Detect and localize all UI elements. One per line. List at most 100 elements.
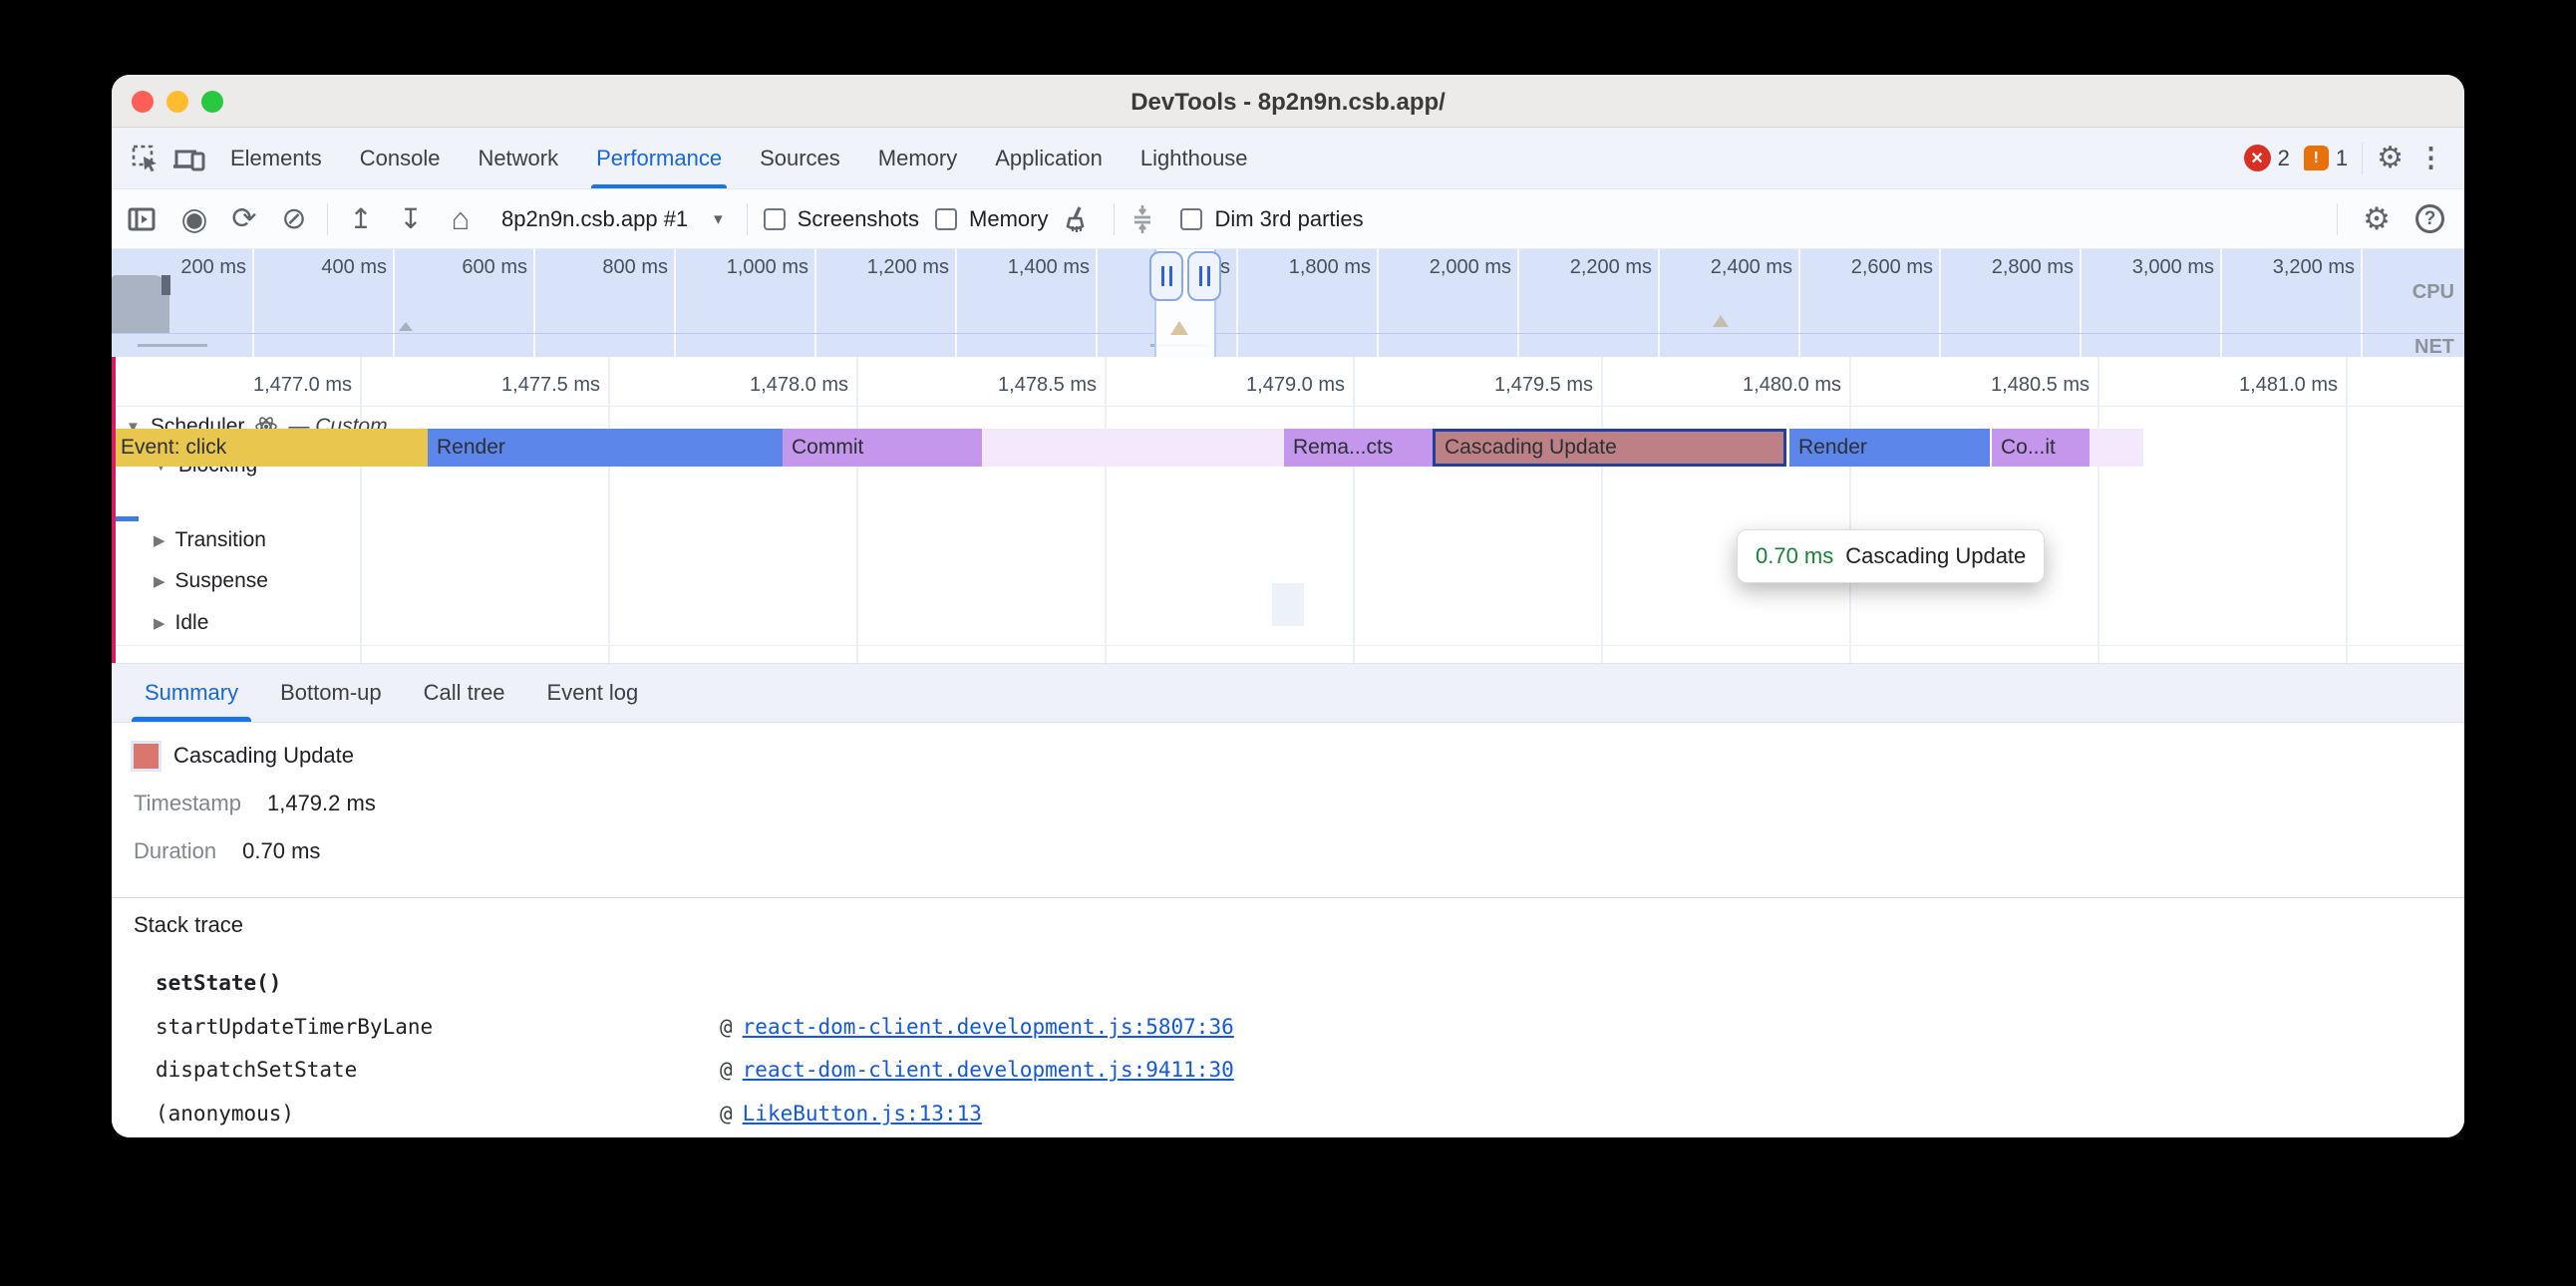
event-bar-label: Event: click [112,436,226,460]
stack-trace-panel: Stack trace setState()startUpdateTimerBy… [112,898,2464,1137]
settings-gear-icon[interactable]: ⚙ [2377,141,2404,175]
screenshot-placeholder [1272,583,1304,626]
flame-chart-area[interactable]: 1,477.0 ms1,477.5 ms1,478.0 ms1,478.5 ms… [112,357,2464,663]
upload-profile-icon[interactable]: ↥ [344,205,378,233]
record-button[interactable]: ◉ [177,203,211,234]
event-bar[interactable] [982,429,1284,467]
lane-idle-label: Idle [175,611,209,635]
tab-call-tree[interactable]: Call tree [403,664,526,722]
lane-suspense[interactable]: ▶ Suspense [154,569,268,593]
collapse-triangle-icon[interactable]: ▶ [154,614,165,632]
event-bar-event-click[interactable]: Event: click [112,429,428,467]
overview-tick: 1,000 ms [674,249,814,279]
summary-legend: Cascading Update [134,743,2464,769]
detail-tick: 1,477.5 ms [360,357,608,407]
overview-tick: 2,200 ms [1517,249,1658,279]
error-count: 2 [2278,146,2290,171]
collapse-triangle-icon[interactable]: ▶ [154,572,165,590]
detail-tick: 1,480.5 ms [1849,357,2097,407]
chevron-down-icon: ▾ [714,209,723,229]
cpu-activity-spike [161,275,170,295]
event-bar-commit[interactable]: Commit [783,429,982,467]
stack-trace-title: Stack trace [134,912,243,938]
event-bars-row: Event: clickRenderCommitRema...ctsCascad… [112,429,2464,467]
stack-frame-function: startUpdateTimerByLane [156,1015,720,1039]
tab-console[interactable]: Console [341,128,460,188]
overview-tick: 400 ms [252,249,393,279]
clear-button[interactable]: ⊘ [277,204,311,234]
detail-tick: 1,480.0 ms [1601,357,1849,407]
stack-frame: dispatchSetState@react-dom-client.develo… [156,1058,1234,1084]
net-lane-label: NET [2415,336,2454,357]
overview-tick: 600 ms [393,249,533,279]
detail-tick: 1,481.0 ms [2097,357,2346,407]
timeline-overview[interactable]: 3,43,200 ms3,000 ms2,800 ms2,600 ms2,400… [112,249,2464,357]
tab-memory[interactable]: Memory [859,128,976,188]
summary-rows: Timestamp1,479.2 msDuration0.70 ms [134,791,2464,864]
summary-row-value: 1,479.2 ms [267,791,376,816]
device-toolbar-icon[interactable] [167,128,211,188]
tab-lighthouse[interactable]: Lighthouse [1122,128,1267,188]
tab-application[interactable]: Application [976,128,1122,188]
memory-checkbox[interactable]: Memory [935,206,1048,232]
tab-network[interactable]: Network [459,128,577,188]
lane-idle[interactable]: ▶ Idle [154,611,208,635]
event-bar-label: Co...it [1992,436,2056,460]
tab-summary[interactable]: Summary [124,664,259,722]
screenshots-checkbox[interactable]: Screenshots [764,206,919,232]
divider [747,203,748,235]
window-title: DevTools - 8p2n9n.csb.app/ [112,75,2464,128]
toggle-sidebar-icon[interactable] [128,206,161,232]
inspect-element-icon[interactable] [124,128,167,188]
summary-panel: Cascading Update Timestamp1,479.2 msDura… [112,723,2464,897]
event-bar-render[interactable]: Render [1789,429,1990,467]
selection-left-handle[interactable] [1149,251,1183,301]
more-options-icon[interactable]: ⋮ [2417,143,2444,173]
help-icon[interactable]: ? [2415,204,2444,233]
target-select[interactable]: 8p2n9n.csb.app #1 ▾ [493,206,731,232]
selection-right-handle[interactable] [1187,251,1221,301]
memory-label: Memory [969,206,1048,232]
divider [2337,203,2338,235]
event-bar-co-it[interactable]: Co...it [1992,429,2090,467]
home-icon[interactable]: ⌂ [444,203,478,234]
source-location-link[interactable]: react-dom-client.development.js:5807:36 [743,1015,1234,1039]
at-symbol: @ [720,1058,733,1082]
tab-performance[interactable]: Performance [577,128,741,188]
lane-transition[interactable]: ▶ Transition [154,528,266,552]
overview-tick: 2,800 ms [1939,249,2080,279]
tab-event-log[interactable]: Event log [526,664,660,722]
warning-badge[interactable]: ! 1 [2304,146,2348,171]
download-profile-icon[interactable]: ↧ [394,205,428,233]
collapse-triangle-icon[interactable]: ▶ [154,531,165,549]
overview-tick: 800 ms [533,249,674,279]
event-bar-cascading-update[interactable]: Cascading Update [1433,429,1786,467]
tab-sources[interactable]: Sources [741,128,859,188]
tooltip-duration: 0.70 ms [1756,543,1833,569]
tab-elements[interactable]: Elements [211,128,341,188]
detail-ruler: 1,477.0 ms1,477.5 ms1,478.0 ms1,478.5 ms… [112,357,2464,407]
gc-broom-icon[interactable] [1064,205,1098,233]
devtools-tabbar: ElementsConsoleNetworkPerformanceSources… [112,128,2464,189]
dim-3rd-parties-checkbox[interactable]: Dim 3rd parties [1180,206,1363,232]
reload-and-record-button[interactable]: ⟳ [227,204,261,234]
event-bar-render[interactable]: Render [428,429,783,467]
event-color-swatch [134,744,159,769]
capture-settings-gear-icon[interactable]: ⚙ [2360,203,2394,234]
tab-bottom-up[interactable]: Bottom-up [259,664,403,722]
screenshots-label: Screenshots [798,206,919,232]
collapse-sections-icon[interactable] [1130,204,1164,234]
detail-tick: 1,479.5 ms [1353,357,1601,407]
overview-tick: 2,600 ms [1798,249,1939,279]
stack-frame: startUpdateTimerByLane@react-dom-client.… [156,1015,1234,1041]
event-bar[interactable] [2090,429,2143,467]
event-bar-rema-cts[interactable]: Rema...cts [1284,429,1433,467]
error-badge[interactable]: ✕ 2 [2244,145,2290,171]
source-location-link[interactable]: react-dom-client.development.js:9411:30 [743,1058,1234,1082]
event-tooltip: 0.70 ms Cascading Update [1737,529,2045,583]
tabbar-right-cluster: ✕ 2 ! 1 ⚙ ⋮ [2244,128,2454,188]
divider [2362,143,2363,174]
summary-event-name: Cascading Update [173,743,354,769]
checkbox-box [935,208,957,230]
source-location-link[interactable]: LikeButton.js:13:13 [743,1102,982,1125]
